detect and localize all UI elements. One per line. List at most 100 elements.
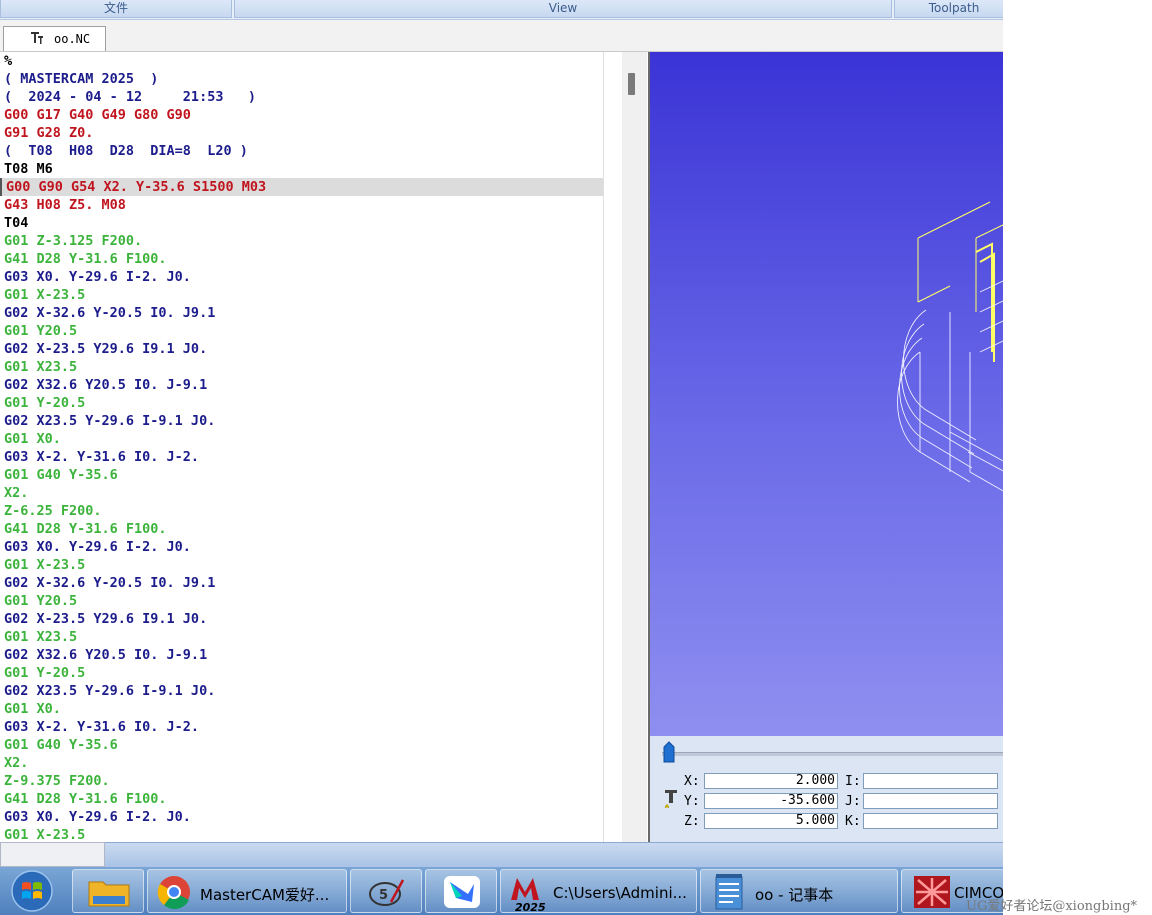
toolpath-pass-3 <box>901 323 975 455</box>
x-coord-label: X: <box>684 774 700 789</box>
tab-label: oo.NC <box>54 32 91 46</box>
code-line[interactable]: G01 Y-20.5 <box>4 664 621 682</box>
pen-app-icon: 5 <box>369 879 405 906</box>
z-coord-value: 5.000 <box>704 813 838 829</box>
folder-icon <box>88 881 130 907</box>
i-coord-value <box>863 773 998 789</box>
tool-indicator-icon <box>664 790 677 809</box>
bird-icon <box>444 876 480 908</box>
ribbon-group-file[interactable]: 文件 <box>0 0 232 18</box>
code-line[interactable]: G02 X-32.6 Y-20.5 I0. J9.1 <box>4 304 621 322</box>
code-line[interactable]: G01 X0. <box>4 700 621 718</box>
svg-text:5: 5 <box>379 888 388 903</box>
code-line[interactable]: ( T08 H08 D28 DIA=8 L20 ) <box>4 142 621 160</box>
code-line[interactable]: G03 X0. Y-29.6 I-2. J0. <box>4 268 621 286</box>
j-coord-label: J: <box>845 794 861 809</box>
code-line[interactable]: G02 X32.6 Y20.5 I0. J-9.1 <box>4 376 621 394</box>
stock-outline-edge <box>975 224 1003 312</box>
taskbar-item-browser[interactable]: MasterCAM爱好... <box>147 869 347 913</box>
code-line[interactable]: G01 X-23.5 <box>4 286 621 304</box>
playback-slider-track[interactable] <box>662 752 1003 756</box>
code-line[interactable]: G01 Z-3.125 F200. <box>4 232 621 250</box>
code-line[interactable]: Z-9.375 F200. <box>4 772 621 790</box>
code-line[interactable]: G01 X23.5 <box>4 358 621 376</box>
code-line[interactable]: G03 X-2. Y-31.6 I0. J-2. <box>4 448 621 466</box>
taskbar-notepad-label: oo - 记事本 <box>755 886 834 904</box>
code-line[interactable]: G03 X-2. Y-31.6 I0. J-2. <box>4 718 621 736</box>
code-lines: %( MASTERCAM 2025 )( 2024 - 04 - 12 21:5… <box>0 52 621 842</box>
code-line[interactable]: G01 G40 Y-35.6 <box>4 466 621 484</box>
code-line[interactable]: ( MASTERCAM 2025 ) <box>4 70 621 88</box>
position-panel: X: 2.000 Y: -35.600 Z: 5.000 I: J: K: <box>648 736 1003 842</box>
editor-scrollbar-thumb[interactable] <box>628 73 635 95</box>
y-coord-value: -35.600 <box>704 793 838 809</box>
tab-oo-nc[interactable]: oo.NC <box>3 26 106 51</box>
code-line[interactable]: G01 Y20.5 <box>4 592 621 610</box>
code-line[interactable]: G02 X-23.5 Y29.6 I9.1 J0. <box>4 610 621 628</box>
backplot-viewport[interactable] <box>648 52 1003 736</box>
editor-gutter <box>0 52 3 842</box>
taskbar-item-feishu[interactable] <box>425 869 497 913</box>
code-line[interactable]: G02 X23.5 Y-29.6 I-9.1 J0. <box>4 682 621 700</box>
ribbon-bar: 文件 View Toolpath <box>0 0 1003 20</box>
taskbar-item-explorer[interactable] <box>72 869 144 913</box>
code-line[interactable]: G01 Y20.5 <box>4 322 621 340</box>
document-tabstrip: oo.NC <box>0 20 1003 52</box>
code-line[interactable]: G01 X-23.5 <box>4 826 621 842</box>
code-line[interactable]: G02 X32.6 Y20.5 I0. J-9.1 <box>4 646 621 664</box>
z-coord-label: Z: <box>684 814 700 829</box>
notepad-icon <box>715 874 743 910</box>
i-coord-label: I: <box>845 774 861 789</box>
toolpath-wireframe <box>897 201 1003 492</box>
mastercam-version-badge: 2025 <box>515 901 546 912</box>
code-line[interactable]: G43 H08 Z5. M08 <box>4 196 621 214</box>
j-coord-value <box>863 793 998 809</box>
x-coord-value: 2.000 <box>704 773 838 789</box>
code-line[interactable]: G02 X-23.5 Y29.6 I9.1 J0. <box>4 340 621 358</box>
ribbon-group-toolpath[interactable]: Toolpath <box>894 0 1003 18</box>
code-line[interactable]: T04 <box>4 214 621 232</box>
stock-outline-top <box>917 201 991 303</box>
app-window: 文件 View Toolpath oo.NC %( MASTERCAM 2025… <box>0 0 1003 915</box>
taskbar-item-app-5[interactable]: 5 <box>350 869 422 913</box>
code-line-current[interactable]: G00 G90 G54 X2. Y-35.6 S1500 M03 <box>0 178 619 196</box>
browser-icon <box>157 876 190 910</box>
code-line[interactable]: % <box>4 52 621 70</box>
code-line[interactable]: ( 2024 - 04 - 12 21:53 ) <box>4 88 621 106</box>
taskbar-mastercam-label: C:\Users\Admini... <box>553 884 687 902</box>
code-line[interactable]: G03 X0. Y-29.6 I-2. J0. <box>4 808 621 826</box>
playback-slider-thumb[interactable] <box>663 741 675 763</box>
code-line[interactable]: G91 G28 Z0. <box>4 124 621 142</box>
code-line[interactable]: G03 X0. Y-29.6 I-2. J0. <box>4 538 621 556</box>
taskbar-item-mastercam[interactable]: 2025 C:\Users\Admini... <box>500 869 697 913</box>
toolpath-pass-2 <box>899 337 973 469</box>
code-line[interactable]: G02 X-32.6 Y-20.5 I0. J9.1 <box>4 574 621 592</box>
code-line[interactable]: X2. <box>4 754 621 772</box>
code-line[interactable]: G00 G17 G40 G49 G80 G90 <box>4 106 621 124</box>
status-bar <box>0 842 1003 868</box>
code-line[interactable]: G41 D28 Y-31.6 F100. <box>4 520 621 538</box>
code-line[interactable]: G02 X23.5 Y-29.6 I-9.1 J0. <box>4 412 621 430</box>
forum-watermark: UG爱好者论坛@xiongbing* <box>966 899 1138 914</box>
code-line[interactable]: X2. <box>4 484 621 502</box>
code-line[interactable]: G01 X23.5 <box>4 628 621 646</box>
taskbar-browser-label: MasterCAM爱好... <box>200 886 330 904</box>
code-line[interactable]: G01 X0. <box>4 430 621 448</box>
ribbon-group-view[interactable]: View <box>234 0 892 18</box>
code-line[interactable]: G41 D28 Y-31.6 F100. <box>4 790 621 808</box>
code-line[interactable]: G01 Y-20.5 <box>4 394 621 412</box>
tool-holder-icon <box>31 32 43 44</box>
nc-code-editor[interactable]: %( MASTERCAM 2025 )( 2024 - 04 - 12 21:5… <box>0 52 622 842</box>
code-line[interactable]: G01 G40 Y-35.6 <box>4 736 621 754</box>
windows-start-icon[interactable] <box>8 869 56 913</box>
code-line[interactable]: Z-6.25 F200. <box>4 502 621 520</box>
taskbar-item-notepad[interactable]: oo - 记事本 <box>700 869 898 913</box>
editor-margin <box>603 52 623 842</box>
code-line[interactable]: G41 D28 Y-31.6 F100. <box>4 250 621 268</box>
toolpath-pass-1 <box>897 351 971 483</box>
status-bar-cell <box>0 842 105 867</box>
code-line[interactable]: T08 M6 <box>4 160 621 178</box>
k-coord-value <box>863 813 998 829</box>
code-line[interactable]: G01 X-23.5 <box>4 556 621 574</box>
editor-scrollbar[interactable] <box>622 52 647 842</box>
